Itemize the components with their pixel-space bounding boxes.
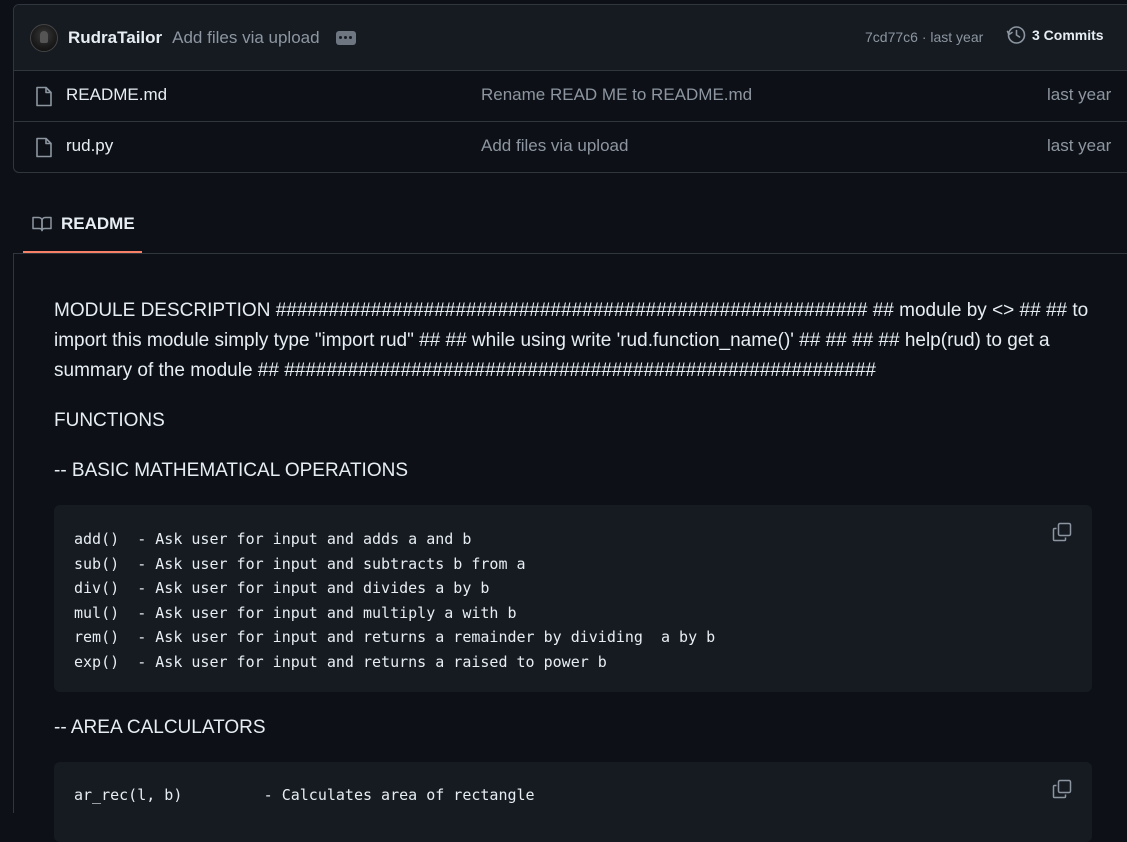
basic-operations-heading: -- BASIC MATHEMATICAL OPERATIONS: [54, 460, 408, 481]
copy-icon[interactable]: [1052, 779, 1072, 799]
code-line: add() - Ask user for input and adds a an…: [74, 530, 472, 548]
book-icon: [32, 216, 52, 231]
file-commit-message[interactable]: Rename READ ME to README.md: [481, 85, 752, 105]
file-name[interactable]: rud.py: [66, 136, 113, 156]
code-line: sub() - Ask user for input and subtracts…: [74, 554, 526, 573]
tab-readme[interactable]: README: [23, 196, 142, 253]
code-block-area-calculators: ar_rec(l, b) - Calculates area of rectan…: [54, 762, 1092, 842]
latest-commit-bar: RudraTailor Add files via upload 7cd77c6…: [14, 5, 1127, 71]
code-line: mul() - Ask user for input and multiply …: [74, 603, 517, 622]
commit-author[interactable]: RudraTailor: [68, 28, 162, 48]
tab-readme-label: README: [61, 213, 135, 233]
readme-tab-bar: README: [13, 196, 1127, 254]
commits-label: 3 Commits: [1032, 27, 1104, 43]
file-icon: [36, 86, 52, 107]
file-row[interactable]: rud.py Add files via upload last year: [14, 122, 1127, 172]
code-line: ar_rec(l, b) - Calculates area of rectan…: [74, 786, 535, 804]
code-line: div() - Ask user for input and divides a…: [74, 579, 490, 598]
avatar[interactable]: [30, 23, 58, 52]
file-icon: [36, 137, 52, 158]
code-line: exp() - Ask user for input and returns a…: [74, 652, 607, 671]
code-lines: add() - Ask user for input and adds a an…: [74, 527, 715, 675]
history-icon: [1006, 26, 1026, 44]
file-listing: RudraTailor Add files via upload 7cd77c6…: [13, 4, 1127, 173]
functions-heading: FUNCTIONS: [54, 410, 165, 431]
file-commit-message[interactable]: Add files via upload: [481, 136, 628, 156]
ellipsis-icon[interactable]: [335, 30, 356, 45]
file-row[interactable]: README.md Rename READ ME to README.md la…: [14, 71, 1127, 122]
commit-hash-time[interactable]: 7cd77c6 · last year: [865, 29, 983, 45]
file-commit-date: last year: [1047, 136, 1112, 155]
area-calculators-heading: -- AREA CALCULATORS: [54, 717, 266, 738]
code-block-basic-operations: add() - Ask user for input and adds a an…: [54, 505, 1092, 692]
commit-message[interactable]: Add files via upload: [172, 28, 319, 48]
file-commit-date: last year: [1047, 85, 1112, 104]
copy-icon[interactable]: [1052, 522, 1072, 542]
file-name[interactable]: README.md: [66, 85, 167, 105]
code-lines: ar_rec(l, b) - Calculates area of rectan…: [74, 783, 535, 808]
module-description: MODULE DESCRIPTION #####################…: [54, 300, 1089, 381]
code-line: rem() - Ask user for input and returns a…: [74, 628, 716, 647]
commits-history-link[interactable]: 3 Commits: [1006, 25, 1104, 45]
